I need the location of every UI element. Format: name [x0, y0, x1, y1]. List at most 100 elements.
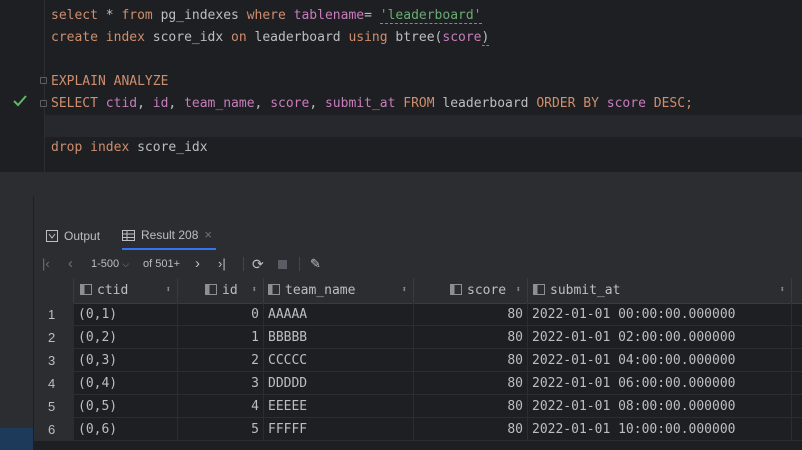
cell-team-name[interactable]: AAAAA [264, 303, 414, 326]
star-token: * [97, 8, 122, 23]
cell-id[interactable]: 5 [178, 418, 264, 441]
cell-score[interactable]: 80 [414, 372, 528, 395]
keyword-using: using [348, 30, 388, 45]
stop-icon[interactable] [278, 250, 287, 278]
table-row[interactable]: 5 (0,5) 4 EEEEE 80 2022-01-01 08:00:00.0… [34, 395, 802, 418]
keyword-on: on [231, 30, 247, 45]
column-icon [450, 284, 462, 295]
cell-ctid[interactable]: (0,5) [74, 395, 178, 418]
cell-submit-at[interactable]: 2022-01-01 08:00:00.000000 [528, 395, 792, 418]
result-grid[interactable]: ctid ⬍ id ⬍ team_name ⬍ score ⬍ submit_at ⬍ 1… [34, 278, 802, 450]
cell-id[interactable]: 2 [178, 349, 264, 372]
cell-submit-at[interactable]: 2022-01-01 10:00:00.000000 [528, 418, 792, 441]
cell-ctid[interactable]: (0,4) [74, 372, 178, 395]
cell-submit-at[interactable]: 2022-01-01 02:00:00.000000 [528, 326, 792, 349]
cell-submit-at[interactable]: 2022-01-01 04:00:00.000000 [528, 349, 792, 372]
cell-team-name[interactable]: CCCCC [264, 349, 414, 372]
cell-id[interactable]: 1 [178, 326, 264, 349]
cell-score[interactable]: 80 [414, 303, 528, 326]
tool-window-strip [0, 196, 34, 450]
cell-ctid[interactable]: (0,1) [74, 303, 178, 326]
column-header-submit-at[interactable]: submit_at ⬍ [528, 278, 792, 303]
cell-id[interactable]: 4 [178, 395, 264, 418]
column-header-label: score [467, 283, 507, 298]
table-row[interactable]: 3 (0,3) 2 CCCCC 80 2022-01-01 04:00:00.0… [34, 349, 802, 372]
tab-output-label: Output [64, 229, 101, 243]
sort-icon[interactable]: ⬍ [516, 278, 521, 303]
column-header-team-name[interactable]: team_name ⬍ [264, 278, 414, 303]
cell-team-name[interactable]: BBBBB [264, 326, 414, 349]
output-icon [46, 230, 58, 242]
cell-score[interactable]: 80 [414, 326, 528, 349]
code-line-3[interactable]: EXPLAIN ANALYZE [51, 71, 168, 93]
current-line-highlight [45, 115, 802, 137]
sql-editor[interactable]: select * from pg_indexes where tablename… [0, 0, 802, 196]
cell-team-name[interactable]: EEEEE [264, 395, 414, 418]
operator-token: = [364, 8, 380, 23]
code-line-1[interactable]: select * from pg_indexes where tablename… [51, 5, 482, 27]
fold-marker-icon[interactable] [40, 100, 47, 107]
cell-ctid[interactable]: (0,6) [74, 418, 178, 441]
column-header-ctid[interactable]: ctid ⬍ [74, 278, 178, 303]
refresh-icon[interactable]: ⟳ [252, 250, 264, 278]
next-page-icon[interactable]: › [195, 250, 200, 278]
comma-token: , [309, 96, 325, 111]
success-check-icon [13, 95, 27, 107]
cell-score[interactable]: 80 [414, 418, 528, 441]
tab-output[interactable]: Output [46, 222, 100, 250]
code-line-2[interactable]: create index score_idx on leaderboard us… [51, 27, 490, 49]
index-name-token: score_idx [129, 140, 208, 155]
cell-ctid[interactable]: (0,3) [74, 349, 178, 372]
sort-icon[interactable]: ⬍ [780, 278, 785, 303]
toolbar-separator [299, 257, 300, 271]
column-token: id [152, 96, 169, 111]
column-icon [533, 284, 545, 295]
last-page-icon[interactable]: ›| [218, 250, 226, 278]
table-row[interactable]: 4 (0,4) 3 DDDDD 80 2022-01-01 06:00:00.0… [34, 372, 802, 395]
cell-submit-at[interactable]: 2022-01-01 06:00:00.000000 [528, 372, 792, 395]
comma-token: , [137, 96, 153, 111]
cell-submit-at[interactable]: 2022-01-01 00:00:00.000000 [528, 303, 792, 326]
column-header-label: id [222, 283, 238, 298]
cell-id[interactable]: 3 [178, 372, 264, 395]
page-range-label: 1-500 [91, 258, 120, 270]
column-token: score [598, 96, 646, 111]
tab-result[interactable]: Result 208 × [122, 222, 216, 250]
cell-ctid[interactable]: (0,2) [74, 326, 178, 349]
column-icon [205, 284, 217, 295]
row-number: 2 [34, 326, 74, 349]
sort-icon[interactable]: ⬍ [252, 278, 257, 303]
row-number: 1 [34, 303, 74, 326]
column-token: score [442, 30, 482, 45]
table-row[interactable]: 2 (0,2) 1 BBBBB 80 2022-01-01 02:00:00.0… [34, 326, 802, 349]
column-header-score[interactable]: score ⬍ [414, 278, 528, 303]
toolbar-separator [243, 257, 244, 271]
keyword-select: SELECT [51, 96, 98, 111]
row-number: 5 [34, 395, 74, 418]
code-line-5[interactable]: drop index score_idx [51, 137, 208, 159]
prev-page-icon[interactable]: ‹ [68, 250, 73, 278]
table-row[interactable]: 6 (0,6) 5 FFFFF 80 2022-01-01 10:00:00.0… [34, 418, 802, 441]
code-line-4[interactable]: SELECT ctid, id, team_name, score, submi… [51, 93, 693, 115]
cell-score[interactable]: 80 [414, 349, 528, 372]
keyword-drop: drop [51, 140, 83, 155]
cell-score[interactable]: 80 [414, 395, 528, 418]
sort-icon[interactable]: ⬍ [402, 278, 407, 303]
pin-icon[interactable]: ✎ [310, 250, 321, 278]
first-page-icon[interactable]: |‹ [42, 250, 50, 278]
cell-team-name[interactable]: FFFFF [264, 418, 414, 441]
cell-id[interactable]: 0 [178, 303, 264, 326]
sort-icon[interactable]: ⬍ [166, 278, 171, 303]
page-range-selector[interactable]: 1-500 ⌵ [91, 250, 129, 278]
keyword-from: FROM [395, 96, 435, 111]
table-row[interactable]: 1 (0,1) 0 AAAAA 80 2022-01-01 00:00:00.0… [34, 303, 802, 326]
column-header-id[interactable]: id ⬍ [178, 278, 264, 303]
cell-team-name[interactable]: DDDDD [264, 372, 414, 395]
fold-marker-icon[interactable] [40, 77, 47, 84]
column-token: team_name [184, 96, 255, 111]
close-tab-icon[interactable]: × [204, 221, 212, 249]
column-icon [268, 284, 280, 295]
index-name-token: score_idx [144, 30, 232, 45]
keyword-select: select [51, 8, 98, 23]
row-number: 6 [34, 418, 74, 441]
